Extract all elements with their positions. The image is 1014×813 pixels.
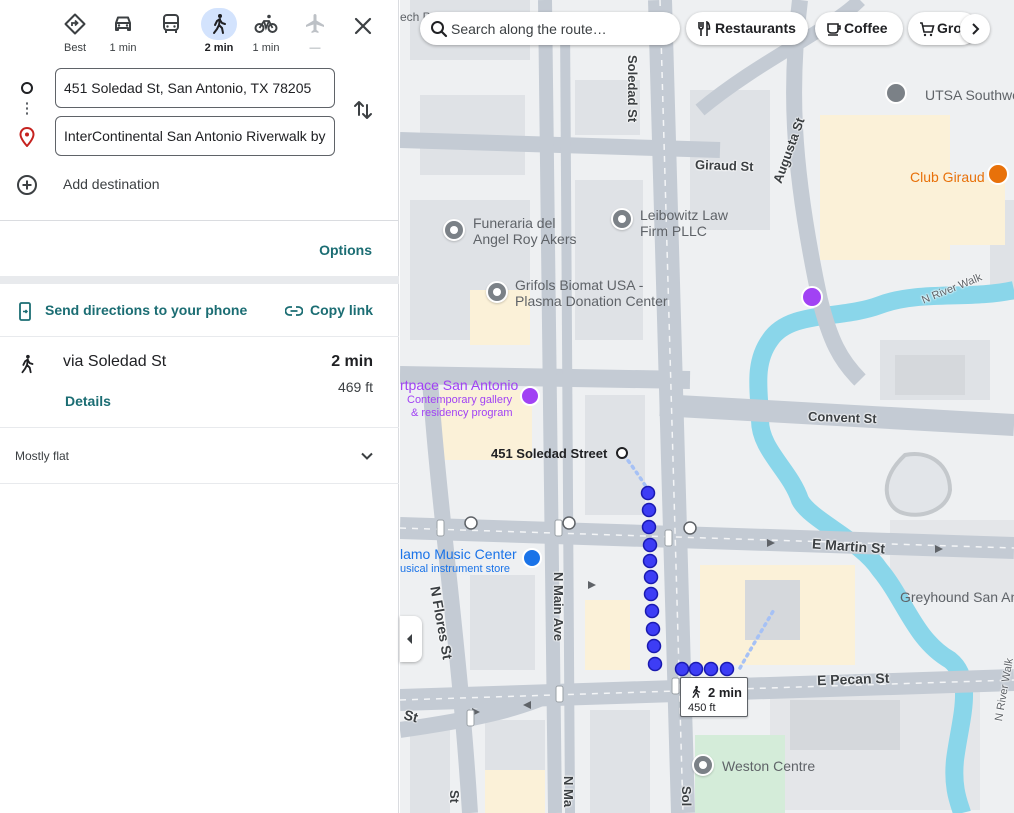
chip-restaurants-label: Restaurants: [715, 20, 796, 36]
place-label-alamo-2: usical instrument store: [400, 563, 511, 575]
place-label-alamo-1[interactable]: lamo Music Center: [400, 547, 517, 562]
directions-panel: Best 1 min 2 min 1 min — 451 Soledad St,…: [0, 0, 399, 813]
street-label-n-ma: N Ma: [561, 776, 576, 808]
mode-transit[interactable]: [149, 8, 193, 60]
place-label-utsa[interactable]: UTSA Southwes: [925, 88, 1014, 103]
divider: [0, 427, 399, 428]
origin-circle-icon: [21, 82, 33, 94]
place-label-artpace-2: Contemporary gallery: [407, 394, 513, 406]
street-label-soledad-top: Soledad St: [625, 55, 640, 123]
place-label-funeraria-2[interactable]: Angel Roy Akers: [473, 232, 577, 247]
place-pin-weston[interactable]: [692, 754, 714, 776]
route-duration-badge[interactable]: 2 min 450 ft: [680, 677, 748, 717]
elevation-summary: Mostly flat: [15, 449, 70, 463]
badge-duration: 2 min: [708, 685, 742, 700]
walking-icon: [21, 354, 34, 374]
collapse-panel-button[interactable]: [400, 616, 422, 662]
route-via-label[interactable]: via Soledad St: [63, 353, 166, 371]
place-pin-funeraria[interactable]: [443, 219, 465, 241]
chip-groceries-label: Gro: [937, 20, 962, 36]
place-label-club-giraud[interactable]: Club Giraud: [910, 170, 985, 185]
chevron-down-icon[interactable]: [357, 446, 377, 466]
place-label-weston[interactable]: Weston Centre: [722, 759, 815, 774]
badge-distance: 450 ft: [688, 702, 716, 714]
close-directions-button[interactable]: [349, 12, 377, 40]
mode-flight[interactable]: —: [293, 8, 337, 60]
place-label-artpace-3: & residency program: [411, 407, 513, 419]
place-label-leibowitz-2[interactable]: Firm PLLC: [640, 224, 707, 239]
airplane-icon: [297, 8, 333, 40]
swap-arrows-icon: [354, 101, 372, 119]
street-label-e-pecan: E Pecan St: [816, 669, 890, 689]
search-along-route[interactable]: [420, 12, 680, 45]
place-label-artpace-1[interactable]: rtpace San Antonio: [400, 378, 518, 393]
travel-mode-bar: Best 1 min 2 min 1 min —: [0, 8, 399, 60]
origin-map-label[interactable]: 451 Soledad Street: [491, 446, 607, 461]
divider: [0, 220, 399, 221]
place-pin-grifols[interactable]: [486, 281, 508, 303]
chevron-right-icon: [972, 23, 980, 35]
street-label-convent: Convent St: [807, 408, 877, 427]
swap-origin-destination-button[interactable]: [351, 98, 375, 127]
mode-walking[interactable]: 2 min: [197, 8, 241, 60]
chip-coffee[interactable]: Coffee: [815, 12, 903, 45]
chip-coffee-label: Coffee: [844, 20, 888, 36]
route-details-button[interactable]: Details: [65, 393, 111, 409]
destination-input[interactable]: [55, 116, 335, 156]
restaurant-icon: [698, 21, 711, 36]
best-route-icon: [57, 8, 93, 40]
mode-best[interactable]: Best: [53, 8, 97, 60]
phone-send-icon: [19, 302, 31, 321]
place-label-funeraria-1[interactable]: Funeraria del: [473, 216, 556, 231]
street-label-soledad-bottom: Sol: [679, 786, 694, 807]
add-circle-icon: [17, 175, 37, 195]
bus-icon: [153, 8, 189, 40]
add-destination-label: Add destination: [63, 176, 160, 192]
mode-cycling[interactable]: 1 min: [244, 8, 288, 60]
mode-driving-label: 1 min: [109, 42, 137, 54]
send-to-phone-label: Send directions to your phone: [45, 302, 248, 318]
origin-input[interactable]: [55, 68, 335, 108]
place-label-leibowitz-1[interactable]: Leibowitz Law: [640, 208, 728, 223]
search-icon: [431, 21, 448, 38]
place-pin-leibowitz[interactable]: [611, 208, 633, 230]
chevron-left-icon: [407, 634, 412, 644]
street-label-st-bottom: St: [447, 790, 462, 803]
cart-icon: [920, 22, 935, 37]
place-label-grifols-1[interactable]: Grifols Biomat USA -: [515, 278, 643, 293]
section-divider: [0, 276, 399, 284]
destination-pin-icon: [19, 127, 35, 147]
mode-driving[interactable]: 1 min: [101, 8, 145, 60]
copy-link-label: Copy link: [310, 302, 374, 318]
divider: [0, 336, 399, 337]
street-label-n-main: N Main Ave: [551, 572, 566, 642]
place-label-greyhound[interactable]: Greyhound San An: [900, 590, 1014, 605]
route-connector-dots: [26, 101, 28, 115]
chips-scroll-next-button[interactable]: [960, 14, 990, 44]
coffee-icon: [827, 23, 841, 36]
chip-restaurants[interactable]: Restaurants: [686, 12, 808, 45]
mode-cycling-label: 1 min: [252, 42, 280, 54]
place-label-grifols-2[interactable]: Plasma Donation Center: [515, 294, 668, 309]
add-destination-button[interactable]: Add destination: [16, 172, 216, 198]
link-icon: [285, 306, 303, 316]
route-duration: 2 min: [331, 353, 373, 370]
mode-flight-label: —: [309, 42, 321, 54]
walking-icon: [201, 8, 237, 40]
origin-map-marker[interactable]: [616, 447, 628, 459]
divider: [0, 483, 399, 484]
search-along-route-input[interactable]: [451, 17, 671, 40]
car-icon: [105, 8, 141, 40]
walking-icon: [692, 685, 701, 698]
close-icon: [354, 17, 372, 35]
mode-walking-label: 2 min: [204, 42, 234, 54]
options-button[interactable]: Options: [319, 242, 372, 258]
street-label-giraud: Giraud St: [694, 156, 754, 175]
bicycle-icon: [248, 8, 284, 40]
route-distance: 469 ft: [337, 379, 373, 395]
mode-best-label: Best: [63, 42, 86, 54]
